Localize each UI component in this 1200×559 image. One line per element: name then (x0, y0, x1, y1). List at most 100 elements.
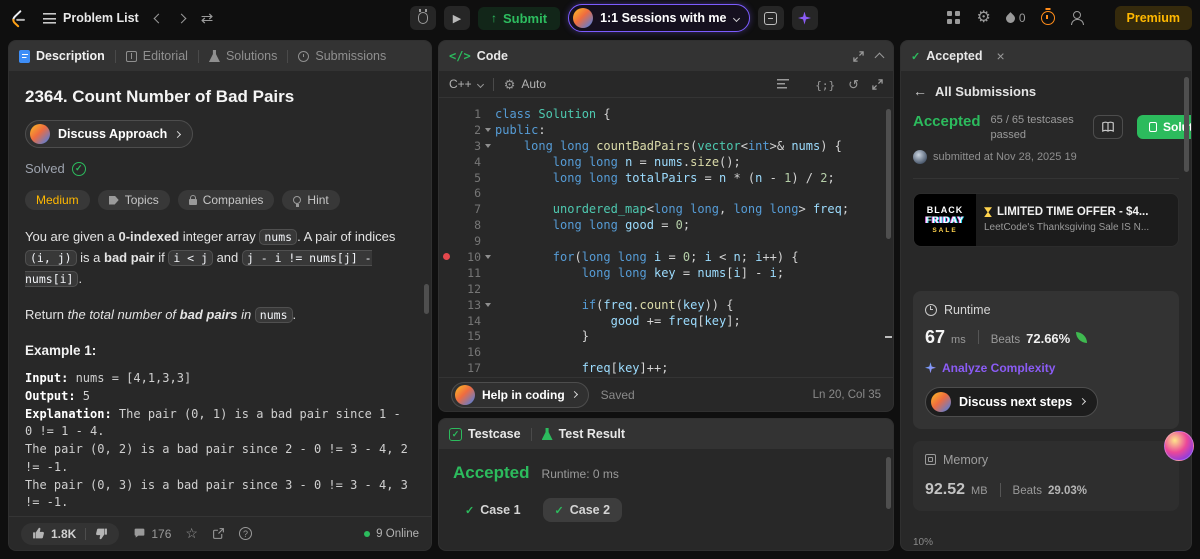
discuss-approach-button[interactable]: Discuss Approach (25, 120, 194, 148)
line-number: 16 (467, 345, 481, 360)
line-number: 8 (474, 218, 481, 233)
topics-chip[interactable]: Topics (97, 190, 170, 210)
leetcode-logo[interactable] (8, 8, 27, 29)
submission-scrollbar[interactable] (1184, 77, 1189, 172)
submit-label: Submit (503, 10, 548, 26)
premium-button[interactable]: Premium (1114, 6, 1192, 30)
promo-banner[interactable]: BLACK FRIDAY SALE LIMITED TIME OFFER - $… (913, 192, 1179, 247)
compare-solutions-button[interactable] (1093, 115, 1123, 139)
breakpoint-icon[interactable] (442, 253, 450, 261)
help-in-coding-button[interactable]: Help in coding (451, 381, 589, 408)
format-code-button[interactable] (777, 77, 790, 92)
fullscreen-button[interactable] (872, 78, 883, 90)
code-line[interactable]: 1 class Solution { (439, 106, 893, 122)
code-line[interactable]: 9 (439, 233, 893, 249)
code-line[interactable]: 7 unordered_map<long long, long long> fr… (439, 201, 893, 217)
tab-testcase[interactable]: ✓ Testcase (449, 427, 521, 441)
code-line[interactable]: 2 public: (439, 122, 893, 138)
submit-button[interactable]: ↑ Submit (478, 6, 561, 30)
reset-code-button[interactable]: ↺ (848, 77, 859, 92)
difficulty-badge[interactable]: Medium (25, 190, 90, 210)
online-count: 9 Online (376, 527, 419, 540)
streak-button[interactable]: 0 (1003, 11, 1026, 25)
code-line[interactable]: 3 long long countBadPairs(vector<int>& n… (439, 138, 893, 154)
fold-caret-icon[interactable] (485, 302, 491, 307)
snippets-button[interactable]: {;} (815, 77, 835, 92)
code-line[interactable]: 6 (439, 185, 893, 201)
collapse-panel-button[interactable] (874, 49, 885, 64)
prev-problem-button[interactable] (153, 13, 164, 23)
settings-button[interactable]: ⚙ (976, 10, 990, 26)
editor-scrollbar[interactable] (886, 109, 891, 239)
bulb-icon (293, 196, 302, 207)
code-line[interactable]: 16 (439, 344, 893, 360)
example-explanation-line: Explanation: The pair (0, 1) is a bad pa… (25, 406, 408, 510)
invite-button[interactable] (1070, 11, 1085, 25)
tab-solutions[interactable]: Solutions (208, 49, 277, 63)
comments-button[interactable]: 176 (133, 527, 171, 541)
code-line[interactable]: 11 long long key = nums[i] - i; (439, 265, 893, 281)
case-2-button[interactable]: ✓ Case 2 (542, 498, 623, 522)
code-line[interactable]: 14 good += freq[key]; (439, 313, 893, 329)
code-line[interactable]: 5 long long totalPairs = n * (n - 1) / 2… (439, 170, 893, 186)
all-submissions-back-button[interactable]: ← All Submissions (913, 83, 1036, 99)
code-text: long long key = nums[i] - i; (581, 265, 785, 280)
favorite-button[interactable]: ☆ (185, 525, 198, 542)
tab-accepted-result[interactable]: ✓ Accepted × (911, 48, 1005, 64)
fold-caret-icon[interactable] (485, 127, 491, 132)
runtime-card: Runtime 67 ms Beats 72.66% Analyze Compl… (913, 290, 1179, 429)
debugger-button[interactable] (410, 6, 436, 30)
tab-test-result[interactable]: Test Result (541, 427, 625, 441)
discuss-next-steps-button[interactable]: Discuss next steps (925, 386, 1099, 417)
undo-icon: ↺ (848, 76, 859, 92)
online-dot-icon (364, 530, 371, 537)
comment-icon (134, 528, 145, 538)
tab-divider (197, 49, 199, 63)
fold-caret-icon[interactable] (485, 143, 491, 148)
share-button[interactable] (212, 527, 225, 540)
testcase-icon: ✓ (449, 427, 462, 441)
feedback-button[interactable]: ? (238, 527, 252, 540)
dislike-button[interactable] (95, 527, 108, 540)
runtime-label: Runtime (944, 302, 991, 317)
code-line[interactable]: 4 long long n = nums.size(); (439, 154, 893, 170)
next-problem-button[interactable] (176, 13, 187, 23)
tab-description[interactable]: Description (19, 49, 105, 63)
tab-submissions[interactable]: Submissions (298, 49, 386, 63)
notes-button[interactable] (757, 6, 784, 30)
language-selector[interactable]: C++ (449, 77, 484, 91)
code-line[interactable]: 13 if(freq.count(key)) { (439, 297, 893, 313)
memory-card: Memory 92.52 MB Beats 29.03% (913, 440, 1179, 511)
floating-session-avatar[interactable] (1164, 431, 1194, 461)
run-button[interactable]: ▶ (444, 6, 470, 30)
analyze-complexity-link[interactable]: Analyze Complexity (925, 361, 1055, 375)
case-1-button[interactable]: ✓ Case 1 (453, 498, 533, 522)
runtime-header[interactable]: Runtime (925, 303, 1167, 317)
maximize-panel-button[interactable] (853, 50, 864, 62)
random-problem-button[interactable]: ⇄ (201, 9, 214, 27)
like-button[interactable]: 1.8K (32, 527, 76, 541)
auto-toggle[interactable]: ⚙ Auto (504, 77, 546, 91)
testcase-scrollbar[interactable] (886, 457, 891, 509)
coach-avatar (30, 124, 50, 144)
companies-chip[interactable]: Companies (177, 190, 275, 210)
sessions-pill-button[interactable]: 1:1 Sessions with me (568, 4, 750, 32)
close-tab-button[interactable]: × (997, 48, 1005, 64)
apps-button[interactable] (947, 11, 961, 25)
tab-editorial[interactable]: Editorial (125, 49, 188, 63)
code-line[interactable]: 12 (439, 281, 893, 297)
fold-caret-icon[interactable] (485, 254, 491, 259)
problem-list-button[interactable]: Problem List (43, 11, 139, 25)
code-line[interactable]: 10 for(long long i = 0; i < n; i++) { (439, 249, 893, 265)
description-scrollbar[interactable] (424, 284, 429, 314)
ai-assistant-button[interactable] (791, 6, 818, 30)
code-line[interactable]: 8 long long good = 0; (439, 217, 893, 233)
code-line[interactable]: 15 } (439, 328, 893, 344)
test-result-icon (541, 428, 553, 440)
memory-header[interactable]: Memory (925, 453, 1167, 467)
code-editor[interactable]: 1 class Solution {2 public: 3 long long cou… (439, 99, 893, 377)
hint-chip[interactable]: Hint (282, 190, 340, 210)
timer-button[interactable] (1040, 11, 1055, 25)
tab-code[interactable]: </> Code (449, 49, 508, 63)
code-line[interactable]: 17 freq[key]++; (439, 360, 893, 376)
